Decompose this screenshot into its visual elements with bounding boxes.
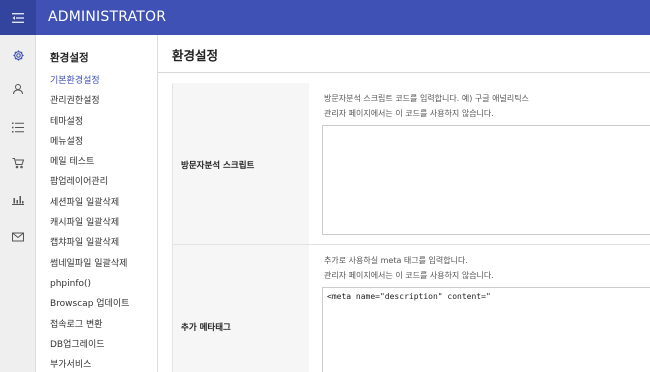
form-row-analytics-script: 방문자분석 스크립트 방문자분석 스크립트 코드를 입력합니다. 예) 구글 애… xyxy=(172,83,650,245)
top-bar: ADMINISTRATOR xyxy=(0,0,650,35)
analytics-help-line-1: 방문자분석 스크립트 코드를 입력합니다. 예) 구글 애널리틱스 xyxy=(324,94,529,103)
submenu-item-db-upgrade[interactable]: DB업그레이드 xyxy=(50,335,129,355)
meta-tags-textarea[interactable]: <meta name="description" content=" xyxy=(322,287,650,372)
cart-icon[interactable] xyxy=(0,153,36,173)
page-title: 환경설정 xyxy=(172,48,219,63)
submenu-item-extra-services[interactable]: 부가서비스 xyxy=(50,355,129,372)
submenu-item-access-log-convert[interactable]: 접속로그 변환 xyxy=(50,315,129,335)
main-content: 환경설정 방문자분석 스크립트 방문자분석 스크립트 코드를 입력합니다. 예)… xyxy=(158,35,650,372)
row-label-cell: 추가 메타태그 xyxy=(172,245,309,372)
submenu-item-thumbnail-delete[interactable]: 썸네일파일 일괄삭제 xyxy=(50,254,129,274)
submenu-item-menu[interactable]: 메뉴설정 xyxy=(50,132,129,152)
analytics-script-label: 방문자분석 스크립트 xyxy=(181,161,255,171)
icon-sidebar xyxy=(0,35,36,372)
meta-help-line-2: 관리자 페이지에서는 이 코드를 사용하지 않습니다. xyxy=(324,271,494,280)
gear-icon[interactable] xyxy=(0,45,36,65)
user-icon[interactable] xyxy=(0,79,36,99)
submenu-item-theme[interactable]: 테마설정 xyxy=(50,112,129,132)
submenu-item-popup-layer[interactable]: 팝업레이어관리 xyxy=(50,172,129,192)
bar-chart-icon[interactable] xyxy=(0,189,36,209)
list-icon[interactable] xyxy=(0,117,36,137)
submenu-item-basic-settings[interactable]: 기본환경설정 xyxy=(50,71,129,91)
submenu-item-browscap-update[interactable]: Browscap 업데이트 xyxy=(50,294,129,314)
form-row-meta-tags: 추가 메타태그 추가로 사용하실 meta 태그를 입력합니다. 관리자 페이지… xyxy=(172,245,650,372)
meta-help-line-1: 추가로 사용하실 meta 태그를 입력합니다. xyxy=(324,256,468,265)
meta-tags-label: 추가 메타태그 xyxy=(181,323,231,333)
settings-submenu: 환경설정 기본환경설정 관리권한설정 테마설정 메뉴설정 메일 테스트 팝업레이… xyxy=(36,35,158,372)
title-divider xyxy=(158,72,650,73)
analytics-help-line-2: 관리자 페이지에서는 이 코드를 사용하지 않습니다. xyxy=(324,109,494,118)
submenu-item-phpinfo[interactable]: phpinfo() xyxy=(50,274,129,294)
submenu-item-cache-delete[interactable]: 캐시파일 일괄삭제 xyxy=(50,213,129,233)
analytics-script-textarea[interactable] xyxy=(322,125,650,235)
menu-collapse-icon[interactable] xyxy=(0,0,36,35)
submenu-item-admin-permissions[interactable]: 관리권한설정 xyxy=(50,91,129,111)
app-title[interactable]: ADMINISTRATOR xyxy=(48,0,166,35)
menu-collapse-icon-glyph xyxy=(12,12,24,23)
submenu-item-mail-test[interactable]: 메일 테스트 xyxy=(50,152,129,172)
submenu-item-captcha-delete[interactable]: 캡챠파일 일괄삭제 xyxy=(50,233,129,253)
row-label-cell: 방문자분석 스크립트 xyxy=(172,83,309,244)
mail-icon[interactable] xyxy=(0,227,36,247)
submenu-title: 환경설정 xyxy=(50,52,89,64)
submenu-item-session-delete[interactable]: 세션파일 일괄삭제 xyxy=(50,193,129,213)
submenu-list: 기본환경설정 관리권한설정 테마설정 메뉴설정 메일 테스트 팝업레이어관리 세… xyxy=(50,71,129,372)
